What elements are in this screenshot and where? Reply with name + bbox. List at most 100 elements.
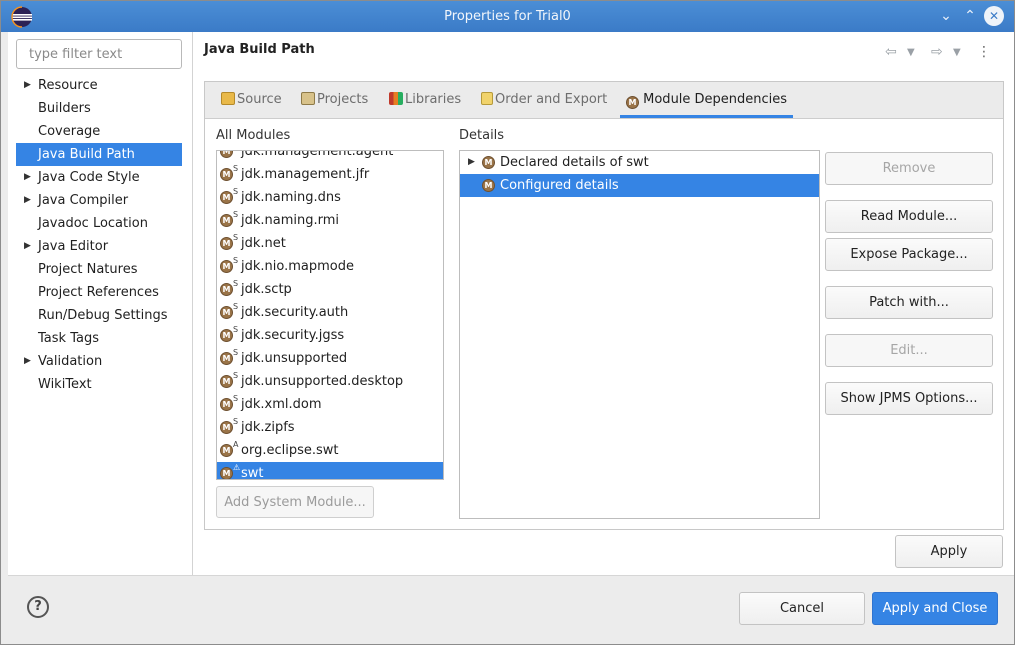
list-item[interactable]: M Aorg.eclipse.swt (217, 439, 443, 462)
cancel-button[interactable]: Cancel (739, 592, 865, 625)
window-title: Properties for Trial0 (444, 9, 571, 24)
module-badge: S (233, 210, 239, 219)
list-item-selected[interactable]: M ⚠ swt (217, 462, 443, 479)
add-system-module-button[interactable]: Add System Module... (216, 486, 374, 518)
module-badge: S (233, 417, 239, 426)
nav-item-validation[interactable]: ▶ Validation (16, 350, 182, 373)
list-item[interactable]: M Sjdk.sctp (217, 278, 443, 301)
module-badge: S (233, 187, 239, 196)
all-modules-list[interactable]: Mjdk.management.agent M Sjdk.management.j… (216, 150, 444, 480)
expose-package-button[interactable]: Expose Package... (825, 238, 993, 271)
expand-arrow-icon[interactable]: ▶ (24, 74, 31, 97)
module-name: jdk.zipfs (241, 420, 295, 435)
maximize-button[interactable]: ⌃ (960, 6, 980, 26)
list-item[interactable]: M Sjdk.security.jgss (217, 324, 443, 347)
list-item[interactable]: M Sjdk.unsupported (217, 347, 443, 370)
module-icon: M (220, 237, 233, 250)
list-item[interactable]: M Sjdk.zipfs (217, 416, 443, 439)
module-name: jdk.nio.mapmode (241, 259, 354, 274)
apply-and-close-button[interactable]: Apply and Close (872, 592, 998, 625)
tree-item-configured-details[interactable]: M Configured details (460, 174, 819, 197)
nav-item-resource[interactable]: ▶ Resource (16, 74, 182, 97)
show-jpms-options-button[interactable]: Show JPMS Options... (825, 382, 993, 415)
expand-arrow-icon[interactable]: ▶ (468, 151, 475, 174)
module-name: org.eclipse.swt (241, 443, 339, 458)
dialog-footer: ? Cancel Apply and Close (8, 575, 1014, 644)
module-icon: M (626, 96, 639, 109)
forward-menu-chevron-icon[interactable]: ▼ (953, 47, 961, 58)
list-item[interactable]: M Sjdk.xml.dom (217, 393, 443, 416)
expand-arrow-icon[interactable]: ▶ (24, 235, 31, 258)
list-item[interactable]: M Sjdk.naming.dns (217, 186, 443, 209)
nav-item-task-tags[interactable]: Task Tags (16, 327, 182, 350)
list-item[interactable]: Mjdk.management.agent (217, 150, 443, 163)
source-folder-icon (221, 92, 235, 105)
tab-strip: Source Projects Libraries Order and Expo… (205, 82, 1003, 119)
minimize-button[interactable]: ⌄ (936, 6, 956, 26)
tab-order-and-export[interactable]: Order and Export (481, 82, 607, 118)
nav-item-project-natures[interactable]: Project Natures (16, 258, 182, 281)
list-item[interactable]: M Sjdk.management.jfr (217, 163, 443, 186)
list-item[interactable]: M Sjdk.unsupported.desktop (217, 370, 443, 393)
expand-arrow-icon[interactable]: ▶ (24, 166, 31, 189)
module-badge: S (233, 302, 239, 311)
expand-arrow-icon[interactable]: ▶ (24, 189, 31, 212)
nav-item-coverage[interactable]: Coverage (16, 120, 182, 143)
tab-projects[interactable]: Projects (301, 82, 368, 118)
module-name: jdk.naming.rmi (241, 213, 340, 228)
module-name: jdk.security.jgss (241, 328, 345, 343)
page-title: Java Build Path (204, 42, 315, 57)
tree-item-label: Declared details of swt (500, 155, 649, 170)
module-badge: S (233, 233, 239, 242)
nav-item-label: Project Natures (38, 262, 138, 277)
nav-item-project-references[interactable]: Project References (16, 281, 182, 304)
module-badge: S (233, 394, 239, 403)
nav-item-builders[interactable]: Builders (16, 97, 182, 120)
expand-arrow-icon[interactable]: ▶ (24, 350, 31, 373)
tree-item-declared-details[interactable]: ▶ M Declared details of swt (460, 151, 819, 174)
help-icon[interactable]: ? (27, 596, 49, 618)
edit-button[interactable]: Edit... (825, 334, 993, 367)
warning-badge-icon: ⚠ (233, 463, 241, 472)
nav-item-label: Java Compiler (38, 193, 129, 208)
configured-module-icon: M (482, 179, 495, 192)
close-button[interactable]: ✕ (984, 6, 1004, 26)
module-icon: M (220, 467, 233, 479)
filter-input[interactable] (16, 39, 182, 69)
chevron-up-icon: ⌃ (964, 8, 976, 24)
tab-label: Module Dependencies (643, 92, 788, 107)
tab-label: Projects (317, 92, 369, 107)
nav-item-java-editor[interactable]: ▶ Java Editor (16, 235, 182, 258)
back-arrow-icon[interactable]: ⇦ (885, 44, 897, 60)
nav-item-java-compiler[interactable]: ▶ Java Compiler (16, 189, 182, 212)
module-icon: M (220, 168, 233, 181)
tab-libraries[interactable]: Libraries (389, 82, 461, 118)
module-icon: M (220, 306, 233, 319)
view-menu-icon[interactable]: ⋮ (977, 44, 991, 60)
patch-with-button[interactable]: Patch with... (825, 286, 993, 319)
tab-module-dependencies[interactable]: M Module Dependencies (620, 82, 794, 118)
module-icon: M (220, 329, 233, 342)
details-tree[interactable]: ▶ M Declared details of swt M Configured de… (459, 150, 820, 519)
all-modules-label: All Modules (216, 128, 291, 143)
module-name: jdk.management.agent (241, 150, 394, 159)
remove-button[interactable]: Remove (825, 152, 993, 185)
list-item[interactable]: M Sjdk.naming.rmi (217, 209, 443, 232)
apply-button[interactable]: Apply (895, 535, 1003, 568)
nav-item-label: Project References (38, 285, 159, 300)
nav-item-wikitext[interactable]: WikiText (16, 373, 182, 396)
nav-item-java-build-path[interactable]: Java Build Path (16, 143, 182, 166)
nav-item-java-code-style[interactable]: ▶ Java Code Style (16, 166, 182, 189)
back-menu-chevron-icon[interactable]: ▼ (907, 47, 915, 58)
nav-item-label: Run/Debug Settings (38, 308, 168, 323)
list-item[interactable]: M Sjdk.nio.mapmode (217, 255, 443, 278)
tab-source[interactable]: Source (221, 82, 282, 118)
read-module-button[interactable]: Read Module... (825, 200, 993, 233)
list-item[interactable]: M Sjdk.security.auth (217, 301, 443, 324)
forward-arrow-icon[interactable]: ⇨ (931, 44, 943, 60)
nav-item-javadoc-location[interactable]: Javadoc Location (16, 212, 182, 235)
nav-item-run-debug-settings[interactable]: Run/Debug Settings (16, 304, 182, 327)
nav-item-label: Java Build Path (38, 147, 135, 162)
module-badge: A (233, 440, 239, 449)
list-item[interactable]: M Sjdk.net (217, 232, 443, 255)
